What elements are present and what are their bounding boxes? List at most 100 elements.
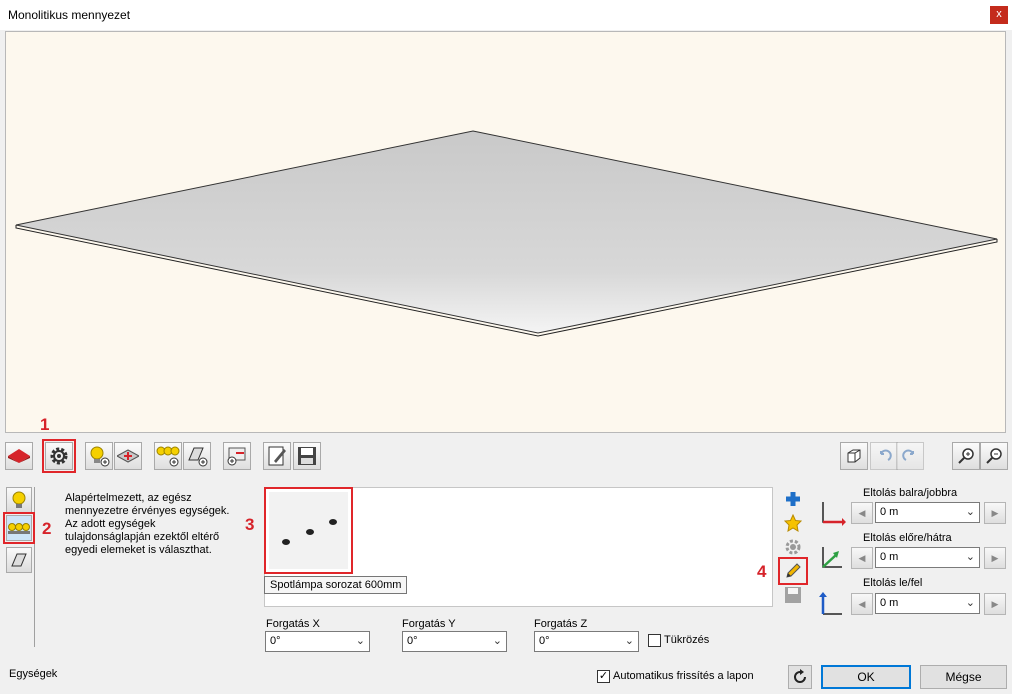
rotation-y-select[interactable]: 0° ⌄ xyxy=(402,631,507,652)
add-light-row-button[interactable] xyxy=(154,442,182,470)
3d-viewport[interactable] xyxy=(5,31,1006,433)
save-toolbar-button[interactable] xyxy=(293,442,321,470)
offset-left-right-increase[interactable]: ▶ xyxy=(984,502,1006,524)
annotation-3: 3 xyxy=(245,515,255,534)
window-title: Monolitikus mennyezet xyxy=(8,8,131,22)
3d-view-button[interactable] xyxy=(840,442,868,470)
cube-icon xyxy=(847,449,861,463)
offset-left-right-value: 0 m xyxy=(880,506,899,518)
annotation-4: 4 xyxy=(757,562,767,581)
zoom-out-icon xyxy=(986,448,1002,464)
offset-left-right-label: Eltolás balra/jobbra xyxy=(863,487,958,499)
bulb-add-icon xyxy=(90,446,110,467)
side-tab-elements[interactable] xyxy=(6,547,32,573)
x-axis-icon xyxy=(818,500,846,529)
document-edit-icon xyxy=(268,446,286,466)
ceiling-slab-preview xyxy=(15,130,998,337)
refresh-button[interactable] xyxy=(788,665,812,689)
mirror-checkbox[interactable] xyxy=(648,634,661,647)
rotation-x-value: 0° xyxy=(270,635,281,647)
add-unit-button[interactable] xyxy=(781,488,805,510)
cancel-button[interactable]: Mégse xyxy=(920,665,1007,689)
light-row-icon xyxy=(8,523,30,534)
chevron-down-icon: ⌄ xyxy=(965,506,975,518)
pencil-icon xyxy=(786,563,801,578)
edit-properties-button[interactable] xyxy=(263,442,291,470)
add-opening-button[interactable] xyxy=(223,442,251,470)
panel-icon xyxy=(11,553,27,567)
gear-icon xyxy=(785,539,801,555)
unit-settings-button[interactable] xyxy=(781,536,805,558)
spotlights-image xyxy=(282,519,337,545)
offset-front-back-select[interactable]: 0 m ⌄ xyxy=(875,547,980,568)
offset-left-right-select[interactable]: 0 m ⌄ xyxy=(875,502,980,523)
chevron-down-icon: ⌄ xyxy=(355,635,365,647)
offset-front-back-increase[interactable]: ▶ xyxy=(984,547,1006,569)
offset-up-down-select[interactable]: 0 m ⌄ xyxy=(875,593,980,614)
undo-button[interactable] xyxy=(870,442,898,470)
opening-add-icon xyxy=(227,447,246,466)
undo-icon xyxy=(880,449,892,461)
side-tab-lights[interactable] xyxy=(6,487,32,513)
close-button[interactable]: x xyxy=(990,6,1008,24)
chevron-down-icon: ⌄ xyxy=(965,597,975,609)
red-slab-icon xyxy=(8,449,30,463)
floppy-disk-icon xyxy=(298,447,316,465)
offset-front-back-label: Eltolás előre/hátra xyxy=(863,532,952,544)
title-bar xyxy=(0,0,1012,30)
star-icon xyxy=(784,514,802,532)
auto-refresh-checkbox[interactable]: ✓ xyxy=(597,670,610,683)
mirror-label: Tükrözés xyxy=(664,634,710,646)
zoom-in-button[interactable] xyxy=(952,442,980,470)
chevron-down-icon: ⌄ xyxy=(965,551,975,563)
add-slab-button[interactable] xyxy=(114,442,142,470)
chevron-down-icon: ⌄ xyxy=(492,635,502,647)
add-element-button[interactable] xyxy=(183,442,211,470)
auto-refresh-label: Automatikus frissítés a lapon xyxy=(613,670,754,682)
offset-front-back-decrease[interactable]: ◀ xyxy=(851,547,873,569)
ok-button[interactable]: OK xyxy=(821,665,911,689)
chevron-down-icon: ⌄ xyxy=(624,635,634,647)
z-axis-icon xyxy=(818,592,846,621)
annotation-1: 1 xyxy=(40,415,50,434)
spotlight-thumbnail xyxy=(269,492,348,569)
refresh-icon xyxy=(794,669,806,683)
status-label: Egységek xyxy=(9,668,58,680)
redo-icon xyxy=(902,449,914,461)
gallery-item-tooltip: Spotlámpa sorozat 600mm xyxy=(264,576,408,594)
favorite-button[interactable] xyxy=(781,512,805,534)
offset-up-down-decrease[interactable]: ◀ xyxy=(851,593,873,615)
gallery-item-spotlight-row[interactable] xyxy=(264,487,353,574)
rotation-x-label: Forgatás X xyxy=(266,618,320,630)
settings-button[interactable] xyxy=(42,439,76,473)
y-axis-icon xyxy=(818,545,846,574)
zoom-out-button[interactable] xyxy=(980,442,1008,470)
light-row-add-icon xyxy=(156,446,180,467)
edit-unit-button[interactable] xyxy=(778,557,808,585)
rotation-x-select[interactable]: 0° ⌄ xyxy=(265,631,370,652)
description-text: Alapértelmezett, az egész mennyezetre ér… xyxy=(65,492,230,556)
zoom-in-icon xyxy=(958,448,974,464)
rotation-z-label: Forgatás Z xyxy=(534,618,588,630)
offset-left-right-decrease[interactable]: ◀ xyxy=(851,502,873,524)
rotation-y-label: Forgatás Y xyxy=(402,618,456,630)
offset-up-down-label: Eltolás le/fel xyxy=(863,577,923,589)
ceiling-view-button[interactable] xyxy=(5,442,33,470)
rotation-z-select[interactable]: 0° ⌄ xyxy=(534,631,639,652)
offset-up-down-value: 0 m xyxy=(880,597,899,609)
annotation-2: 2 xyxy=(42,519,52,538)
offset-up-down-increase[interactable]: ▶ xyxy=(984,593,1006,615)
bulb-icon xyxy=(12,491,26,508)
redo-button[interactable] xyxy=(896,442,924,470)
side-tabs-divider xyxy=(34,487,35,647)
offset-front-back-value: 0 m xyxy=(880,551,899,563)
floppy-disk-icon xyxy=(785,587,801,603)
save-unit-button[interactable] xyxy=(781,584,805,606)
rotation-y-value: 0° xyxy=(407,635,418,647)
add-light-button[interactable] xyxy=(85,442,113,470)
plus-icon xyxy=(786,492,800,506)
gear-icon xyxy=(50,447,68,465)
rotation-z-value: 0° xyxy=(539,635,550,647)
side-tab-light-rows[interactable] xyxy=(3,512,35,544)
panel-add-icon xyxy=(188,447,208,467)
